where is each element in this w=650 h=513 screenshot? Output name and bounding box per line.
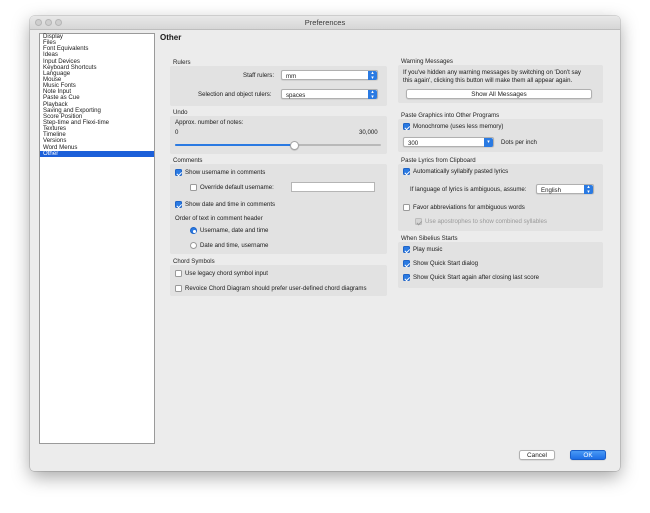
undo-slider-fill [175,144,295,146]
revoice-chord-label: Revoice Chord Diagram should prefer user… [185,285,367,292]
selection-rulers-value: spaces [286,91,306,99]
category-list[interactable]: Display Files Font Equivalents Ideas Inp… [39,33,155,444]
staff-rulers-value: mm [286,72,297,80]
order-datetime-first-label: Date and time, username [200,242,269,249]
warning-description-line1: If you've hidden any warning messages by… [403,69,581,76]
lyrics-language-label: If language of lyrics is ambiguous, assu… [410,186,527,193]
preferences-window: Preferences Display Files Font Equivalen… [30,16,620,471]
comments-title: Comments [173,157,203,164]
show-quick-start-checkbox[interactable] [403,260,410,267]
selection-rulers-select[interactable]: spaces ▴ ▾ [281,89,378,99]
monochrome-checkbox[interactable] [403,123,410,130]
show-username-label: Show username in comments [185,169,266,176]
favor-abbrev-label: Favor abbreviations for ambiguous words [413,204,525,211]
favor-abbrev-checkbox[interactable] [403,204,410,211]
monochrome-label: Monochrome (uses less memory) [413,123,504,130]
lyrics-language-select[interactable]: English ▴ ▾ [536,184,594,194]
play-music-label: Play music [413,246,443,253]
show-quick-start-again-label: Show Quick Start again after closing las… [413,274,539,281]
auto-syllabify-label: Automatically syllabify pasted lyrics [413,168,509,175]
cancel-button[interactable]: Cancel [519,450,555,460]
show-username-checkbox[interactable] [175,169,182,176]
apostrophes-label: Use apostrophes to show combined syllabl… [425,218,547,225]
selection-rulers-label: Selection and object rulers: [198,91,272,98]
undo-slider-thumb[interactable] [289,140,299,150]
order-datetime-first-radio[interactable] [190,242,197,249]
legacy-chord-checkbox[interactable] [175,270,182,277]
comments-panel [170,164,387,254]
override-username-checkbox[interactable] [190,184,197,191]
override-username-label: Override default username: [200,184,274,191]
auto-syllabify-checkbox[interactable] [403,168,410,175]
dpi-value: 300 [408,139,419,147]
legacy-chord-label: Use legacy chord symbol input [185,270,268,277]
revoice-chord-checkbox[interactable] [175,285,182,292]
sidebar-item-other[interactable]: Other [40,150,154,157]
undo-min-label: 0 [175,129,179,136]
warning-description-line2: this again', clicking this button will m… [403,77,573,84]
play-music-checkbox[interactable] [403,246,410,253]
order-username-first-radio[interactable] [190,227,197,234]
dpi-combobox[interactable]: 300 ▾ [403,137,494,147]
dpi-label: Dots per inch [501,139,537,146]
undo-approx-label: Approx. number of notes: [175,119,244,126]
window-title: Preferences [304,18,346,27]
rulers-title: Rulers [173,59,191,66]
show-datetime-checkbox[interactable] [175,201,182,208]
override-username-field[interactable] [291,182,375,192]
paste-graphics-title: Paste Graphics into Other Programs [401,112,500,119]
warning-messages-title: Warning Messages [401,58,453,65]
show-all-messages-button[interactable]: Show All Messages [406,89,592,99]
staff-rulers-label: Staff rulers: [243,72,275,79]
order-username-first-label: Username, date and time [200,227,269,234]
select-arrows-icon: ▴ ▾ [368,71,377,80]
select-arrows-icon: ▴ ▾ [584,185,593,194]
apostrophes-checkbox[interactable] [415,218,422,225]
show-quick-start-again-checkbox[interactable] [403,274,410,281]
title-bar: Preferences [30,16,620,30]
undo-max-label: 30,000 [359,129,378,136]
chevron-down-icon[interactable]: ▾ [484,138,493,147]
order-label: Order of text in comment header [175,215,263,222]
select-arrows-icon: ▴ ▾ [368,90,377,99]
undo-title: Undo [173,109,188,116]
ok-button[interactable]: OK [570,450,606,460]
when-starts-title: When Sibelius Starts [401,235,458,242]
show-quick-start-label: Show Quick Start dialog [413,260,479,267]
lyrics-language-value: English [541,186,561,194]
paste-lyrics-title: Paste Lyrics from Clipboard [401,157,476,164]
page-title: Other [160,33,182,42]
show-datetime-label: Show date and time in comments [185,201,276,208]
staff-rulers-select[interactable]: mm ▴ ▾ [281,70,378,80]
chord-symbols-title: Chord Symbols [173,258,215,265]
